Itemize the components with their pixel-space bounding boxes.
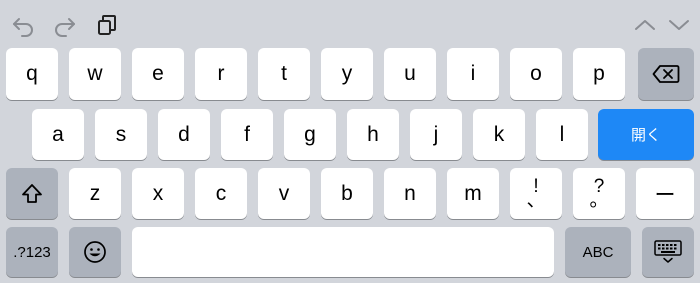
dismiss-keyboard-key[interactable] [642,227,694,277]
key-exclamation-comma[interactable]: !、 [510,168,562,219]
key-label: r [217,62,225,85]
emoji-key[interactable] [69,227,121,277]
shift-arrow-icon [22,183,42,203]
key-label: f [244,122,250,146]
key-label: q [26,62,38,85]
keyboard-dismiss-icon [654,240,682,263]
key-q[interactable]: q [6,48,58,100]
key-label: a [52,122,64,146]
chevron-up-icon[interactable] [632,12,658,38]
key-x[interactable]: x [132,168,184,219]
abc-key-label: ABC [582,243,614,261]
key-label: b [341,181,353,205]
shift-key[interactable] [6,168,58,219]
key-label: k [493,122,505,146]
key-s[interactable]: s [95,109,147,160]
return-key-label: 開く [630,127,661,144]
key-label: l [559,122,565,146]
key-label: z [89,181,101,205]
open-return-key[interactable]: 開く [598,109,694,160]
key-long-dash[interactable]: ー [636,168,694,219]
key-label: ー [654,183,676,207]
chevron-down-icon[interactable] [666,12,692,38]
shortcut-bar [0,0,700,44]
key-label: w [87,62,103,85]
key-question-period[interactable]: ?。 [573,168,625,219]
key-label: o [530,62,542,85]
key-label: d [178,122,190,146]
key-f[interactable]: f [221,109,273,160]
numbers-key-label: .?123 [13,243,51,261]
key-t[interactable]: t [258,48,310,100]
paste-icon[interactable] [94,12,120,38]
abc-key[interactable]: ABC [565,227,631,277]
key-b[interactable]: b [321,168,373,219]
key-j[interactable]: j [410,109,462,160]
numbers-key[interactable]: .?123 [6,227,58,277]
redo-icon[interactable] [52,12,78,38]
key-m[interactable]: m [447,168,499,219]
key-z[interactable]: z [69,168,121,219]
space-bar[interactable] [132,227,554,277]
key-h[interactable]: h [347,109,399,160]
key-label: u [404,62,416,85]
key-label: s [115,122,127,146]
backspace-icon [652,65,680,83]
key-c[interactable]: c [195,168,247,219]
key-g[interactable]: g [284,109,336,160]
key-label: g [304,122,316,146]
key-label-bottom: 、 [526,189,546,211]
key-a[interactable]: a [32,109,84,160]
key-y[interactable]: y [321,48,373,100]
delete-key[interactable] [638,48,694,100]
undo-icon[interactable] [10,12,36,38]
key-label: i [470,62,476,85]
key-label: j [433,122,439,146]
key-n[interactable]: n [384,168,436,219]
key-label: m [464,181,482,205]
key-o[interactable]: o [510,48,562,100]
emoji-smiley-icon [84,241,106,263]
key-label: y [341,62,353,85]
key-label: h [367,122,379,146]
key-label: c [215,181,227,205]
key-u[interactable]: u [384,48,436,100]
key-w[interactable]: w [69,48,121,100]
key-k[interactable]: k [473,109,525,160]
key-p[interactable]: p [573,48,625,100]
key-r[interactable]: r [195,48,247,100]
key-label-bottom: 。 [589,189,609,211]
key-label: v [278,181,290,205]
key-e[interactable]: e [132,48,184,100]
key-label: e [152,62,164,85]
key-label: p [593,62,605,85]
key-label: t [281,62,287,85]
key-label: x [152,181,164,205]
key-l[interactable]: l [536,109,588,160]
key-v[interactable]: v [258,168,310,219]
key-d[interactable]: d [158,109,210,160]
key-i[interactable]: i [447,48,499,100]
key-label: n [404,181,416,205]
